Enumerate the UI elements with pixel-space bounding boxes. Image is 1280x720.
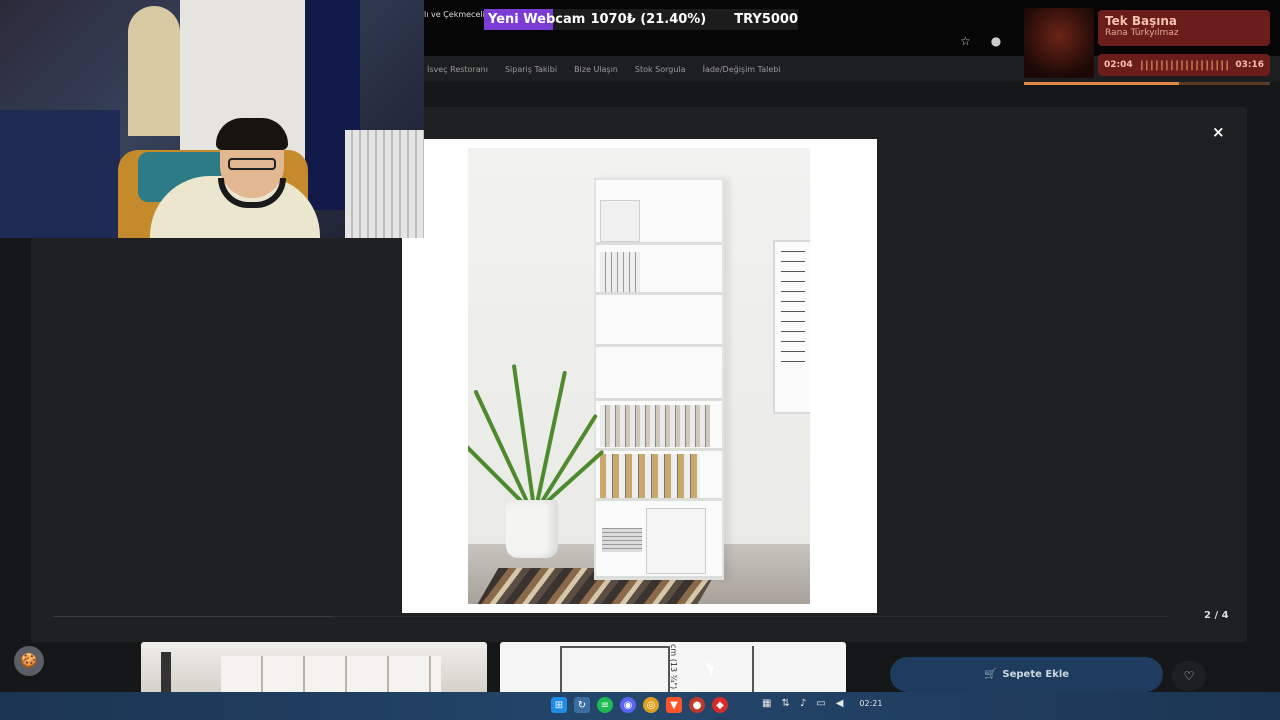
music-progress-fill (1024, 82, 1180, 85)
brave-icon[interactable]: ▼ (666, 697, 682, 713)
goal-amount: 1070₺ (21.40%) (590, 12, 707, 27)
song-artist: Rana Türkyılmaz (1105, 28, 1179, 38)
total-time: 03:16 (1235, 60, 1264, 70)
elapsed-time: 02:04 (1104, 60, 1133, 70)
album-art (1024, 8, 1094, 78)
taskbar-clock[interactable]: 02:21 (859, 699, 882, 708)
nav-item-restaurant[interactable]: İsveç Restoranı (427, 65, 488, 74)
display-icon[interactable]: ▭ (816, 698, 825, 709)
windows-taskbar: ⊞ ↻ ≡ ◉ ◎ ▼ ● ◆ ▦ ⇅ ♪ ▭ ◀ 02:21 (0, 692, 1280, 720)
product-thumbnail-1[interactable] (141, 642, 487, 692)
sync-icon[interactable]: ↻ (574, 697, 590, 713)
discord-icon[interactable]: ◉ (620, 697, 636, 713)
waveform-icon: |||||||||||||||||| (1138, 59, 1230, 71)
nav-item-order-tracking[interactable]: Sipariş Takibi (505, 65, 557, 74)
slide-progress-fill (53, 616, 332, 617)
qr-icon[interactable]: ▦ (762, 698, 771, 709)
windows-start-icon[interactable]: ⊞ (551, 697, 567, 713)
steam-icon[interactable]: ● (689, 697, 705, 713)
game-icon[interactable]: ◆ (712, 697, 728, 713)
cart-icon: 🛒 (983, 669, 997, 680)
slide-progress-track (53, 616, 1169, 617)
product-image-frame (402, 139, 877, 613)
favorite-button[interactable]: ♡ (1172, 661, 1206, 691)
song-title: Tek Başına (1105, 14, 1178, 28)
bookcase (594, 178, 724, 580)
star-icon[interactable]: ☆ (960, 34, 971, 48)
add-to-cart-button[interactable]: 🛒 Sepete Ekle (890, 657, 1163, 692)
now-playing-card: Tek Başına Rana Türkyılmaz (1098, 10, 1270, 46)
add-to-cart-label: Sepete Ekle (1002, 669, 1070, 680)
webcam-overlay (0, 0, 424, 238)
microphone-icon[interactable]: ♪ (800, 698, 806, 709)
nav-item-contact[interactable]: Bize Ulaşın (574, 65, 618, 74)
volume-icon[interactable]: ◀ (836, 698, 844, 709)
slide-counter: 2 / 4 (1204, 610, 1229, 621)
goal-target: TRY5000 (734, 12, 798, 27)
donation-goal-bar: Yeni Webcam 1070₺ (21.40%) TRY5000 (484, 9, 798, 30)
chrome-icon[interactable]: ◎ (643, 697, 659, 713)
music-player: 02:04 |||||||||||||||||| 03:16 (1098, 54, 1270, 76)
music-progress-track (1024, 82, 1270, 85)
product-photo (468, 148, 810, 604)
goal-label: Yeni Webcam (488, 12, 586, 27)
taskbar-apps: ⊞ ↻ ≡ ◉ ◎ ▼ ● ◆ (551, 697, 728, 713)
browser-toolbar: ☆ ● (960, 34, 1001, 48)
plant-pot (506, 500, 558, 558)
product-thumbnail-2[interactable]: cm (13 ¾") (500, 642, 846, 692)
breadcrumb[interactable]: lı ve Çekmeceli (424, 10, 485, 19)
nav-item-return-request[interactable]: İade/Değişim Talebi (703, 65, 781, 74)
extension-icon[interactable]: ● (991, 34, 1001, 48)
network-icon[interactable]: ⇅ (781, 698, 789, 709)
cookie-settings-icon[interactable]: 🍪 (14, 646, 44, 676)
heart-icon: ♡ (1183, 669, 1195, 683)
dimension-label: cm (13 ¾") (669, 644, 678, 690)
close-icon[interactable]: × (1212, 123, 1225, 141)
system-tray: ▦ ⇅ ♪ ▭ ◀ 02:21 (762, 698, 882, 709)
spotify-icon[interactable]: ≡ (597, 697, 613, 713)
nav-item-stock-query[interactable]: Stok Sorgula (635, 65, 686, 74)
wall-art (773, 240, 810, 414)
streamer (150, 118, 320, 238)
